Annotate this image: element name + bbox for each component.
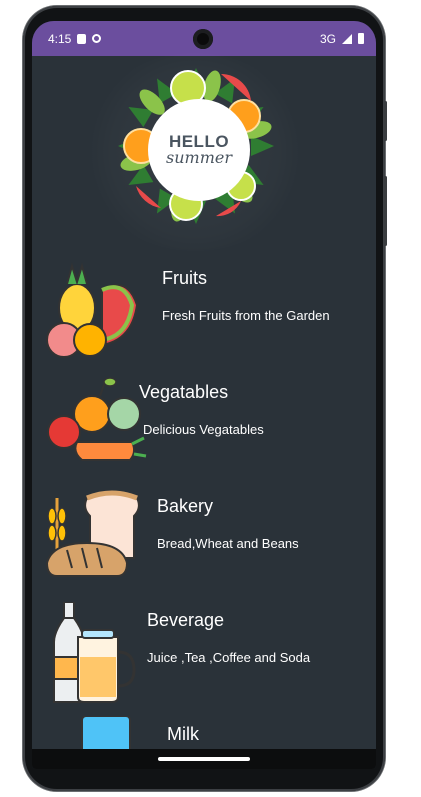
category-title: Milk [167, 724, 199, 744]
bakery-illustration-icon [45, 490, 140, 577]
category-item-vegetables[interactable]: Vegatables Delicious Vegatables [32, 374, 376, 484]
power-button [384, 176, 387, 246]
signal-icon [342, 33, 352, 44]
category-subtitle: Fresh Fruits from the Garden [162, 308, 330, 323]
sync-icon [92, 34, 102, 43]
hello-summer-badge: HELLO summer [148, 99, 250, 201]
vegetables-illustration-icon [47, 377, 147, 461]
badge-subtitle: summer [166, 148, 232, 167]
volume-button [384, 101, 387, 141]
category-item-beverage[interactable]: Beverage Juice ,Tea ,Coffee and Soda [32, 602, 376, 712]
category-subtitle: Bread,Wheat and Beans [157, 536, 299, 551]
home-gesture-handle[interactable] [158, 757, 250, 761]
camera-hole [193, 29, 213, 49]
sim-icon [77, 33, 87, 44]
category-title: Fruits [162, 268, 207, 288]
network-type: 3G [319, 31, 336, 46]
category-subtitle: Juice ,Tea ,Coffee and Soda [147, 650, 311, 665]
fruits-illustration-icon [46, 262, 139, 358]
category-title: Bakery [157, 496, 214, 516]
category-title: Vegatables [139, 382, 229, 402]
battery-icon [358, 33, 364, 44]
hero-banner: HELLO summer [32, 53, 376, 251]
category-title: Beverage [147, 610, 225, 630]
category-item-bakery[interactable]: Bakery Bread,Wheat and Beans [32, 488, 376, 598]
app-screen: 4:15 3G HELLO summer Fruits Fresh Fruits… [32, 21, 376, 769]
category-item-fruits[interactable]: Fruits Fresh Fruits from the Garden [32, 260, 376, 370]
category-subtitle: Delicious Vegatables [143, 422, 264, 437]
status-time: 4:15 [48, 31, 72, 46]
navigation-bar [32, 749, 376, 769]
beverage-illustration-icon [53, 602, 136, 703]
